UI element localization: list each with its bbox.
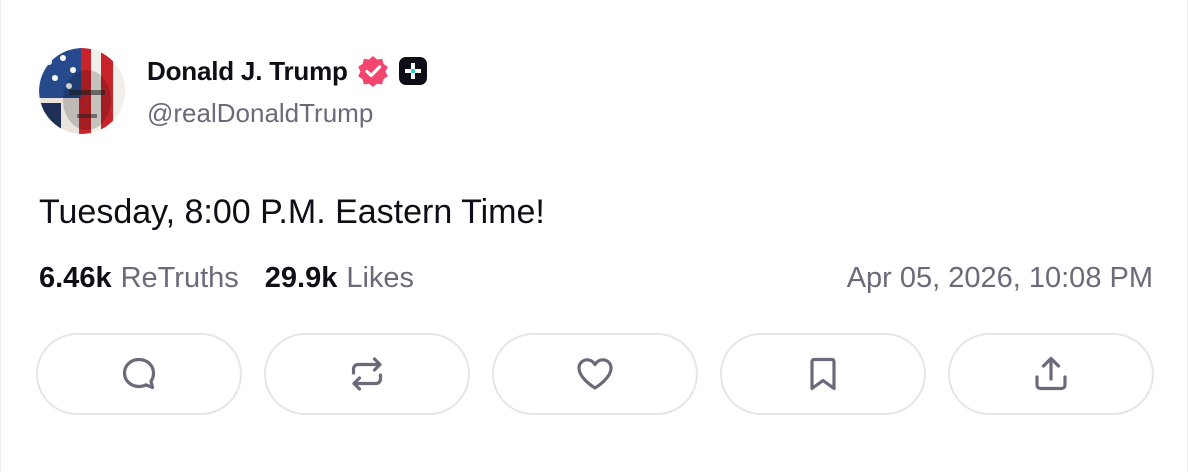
avatar[interactable] [39,48,125,134]
comment-icon [122,357,156,390]
post-text: Tuesday, 8:00 P.M. Eastern Time! [39,193,545,231]
bookmark-icon [810,357,836,391]
author-names: Donald J. Trump @realDonaldTrump [147,54,428,129]
share-icon [1035,356,1067,391]
verified-badge-icon [356,54,390,88]
author-handle[interactable]: @realDonaldTrump [147,98,428,129]
retruth-button[interactable] [264,333,470,415]
heart-icon [577,358,613,390]
like-button[interactable] [492,333,698,415]
likes-count[interactable]: 29.9k [265,262,338,295]
retruths-count[interactable]: 6.46k [39,262,112,295]
likes-label[interactable]: Likes [346,262,414,295]
share-button[interactable] [948,333,1154,415]
post-header: Donald J. Trump @realDonaldTrump [39,48,428,134]
post-card: Donald J. Trump @realDonaldTrump Tuesday… [0,0,1188,472]
post-timestamp[interactable]: Apr 05, 2026, 10:08 PM [847,262,1153,295]
avatar-image [39,48,125,134]
action-bar [36,333,1154,415]
bookmark-button[interactable] [720,333,926,415]
retruths-label[interactable]: ReTruths [121,262,239,295]
display-name[interactable]: Donald J. Trump [147,56,348,87]
reply-button[interactable] [36,333,242,415]
name-row: Donald J. Trump [147,54,428,88]
repost-icon [351,357,383,391]
plus-badge-icon [398,56,428,86]
post-stats: 6.46k ReTruths 29.9k Likes [39,262,414,295]
